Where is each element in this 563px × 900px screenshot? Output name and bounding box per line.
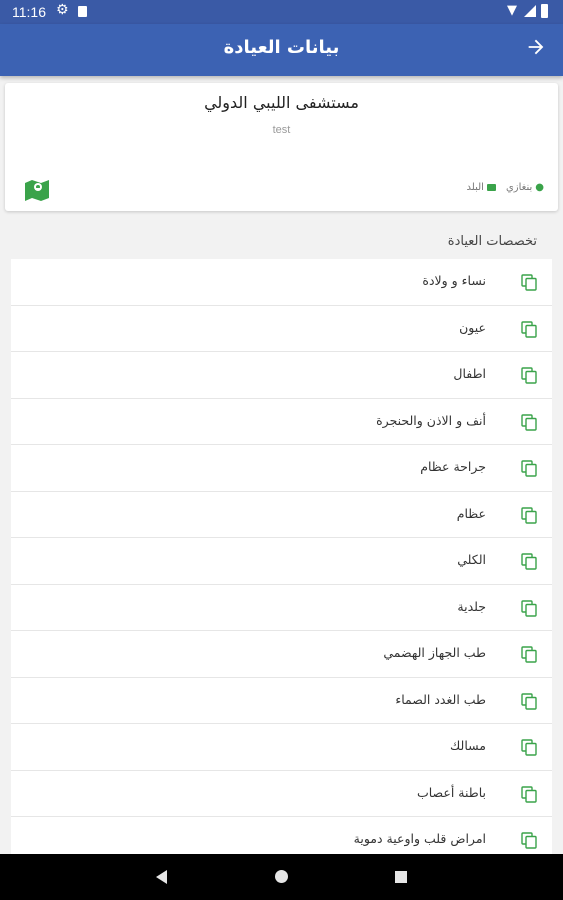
copy-icon [521,413,537,431]
list-item[interactable]: طب الجهاز الهضمي [11,631,552,678]
specialty-label: أنف و الاذن والحنجرة [376,412,486,428]
page-title: بيانات العيادة [223,37,340,58]
list-item[interactable]: عيون [11,306,552,352]
specialty-label: نساء و ولادة [422,273,486,288]
specialty-label: مسالك [450,738,486,753]
category-icon [486,184,496,191]
specialty-label: طب الغدد الصماء [395,691,486,707]
status-time: 11:16 [12,4,46,20]
list-item[interactable]: أنف و الاذن والحنجرة [11,399,552,445]
copy-icon [521,553,537,570]
copy-icon [521,739,537,756]
signal-icon [524,5,536,17]
clinic-city: بنغازي [505,182,533,193]
settings-icon: ⚙ [56,2,69,18]
clinic-name: مستشفى الليبي الدولي [204,93,359,112]
specialty-label: جراحة عظام [420,459,486,474]
specialty-label: جلدية [457,598,486,614]
list-item[interactable]: الكلي [11,538,552,585]
specialties-list: نساء و ولادة عيون اطفال أنف و الاذن والحنجر… [11,259,552,864]
status-bar: 11:16 ⚙ ▼ [0,0,563,24]
clinic-subtitle: test [272,124,291,136]
copy-icon [521,506,537,524]
map-icon[interactable] [24,178,50,202]
sd-card-icon [78,6,87,17]
recents-square-icon[interactable] [395,871,407,883]
clinic-card: مستشفى الليبي الدولي test ● بنغازي البلد [5,83,558,211]
clinic-category: البلد [466,182,484,193]
copy-icon [521,692,537,710]
list-item[interactable]: مسالك [11,724,552,771]
back-triangle-icon[interactable] [156,870,167,884]
list-item[interactable]: اطفال [11,352,552,399]
app-bar: بيانات العيادة [0,24,563,76]
clinic-meta: ● بنغازي البلد [467,182,544,193]
list-item[interactable]: جراحة عظام [11,445,552,492]
battery-icon [541,4,548,18]
specialty-label: عيون [459,319,486,335]
home-circle-icon[interactable] [275,870,288,883]
specialty-label: امراض قلب واوعية دموية [353,831,486,846]
copy-icon [521,785,537,803]
copy-icon [521,460,537,477]
list-item[interactable]: جلدية [11,585,552,631]
arrow-forward-icon[interactable] [523,36,549,62]
location-pin-icon: ● [535,182,544,193]
specialty-label: طب الجهاز الهضمي [383,645,486,660]
specialty-label: الكلي [457,552,486,567]
list-item[interactable]: نساء و ولادة [11,259,552,306]
copy-icon [521,274,537,291]
copy-icon [521,646,537,663]
list-item[interactable]: باطنة أعصاب [11,771,552,817]
system-nav-bar [0,854,563,900]
specialty-label: عظام [456,505,486,521]
list-item[interactable]: طب الغدد الصماء [11,678,552,724]
specialty-label: اطفال [453,366,486,381]
copy-icon [521,832,537,849]
specialties-title: تخصصات العيادة [447,234,537,249]
copy-icon [521,367,537,384]
list-item[interactable]: عظام [11,492,552,538]
specialty-label: باطنة أعصاب [416,784,486,800]
wifi-icon: ▼ [507,3,517,18]
copy-icon [521,599,537,617]
copy-icon [521,320,537,338]
